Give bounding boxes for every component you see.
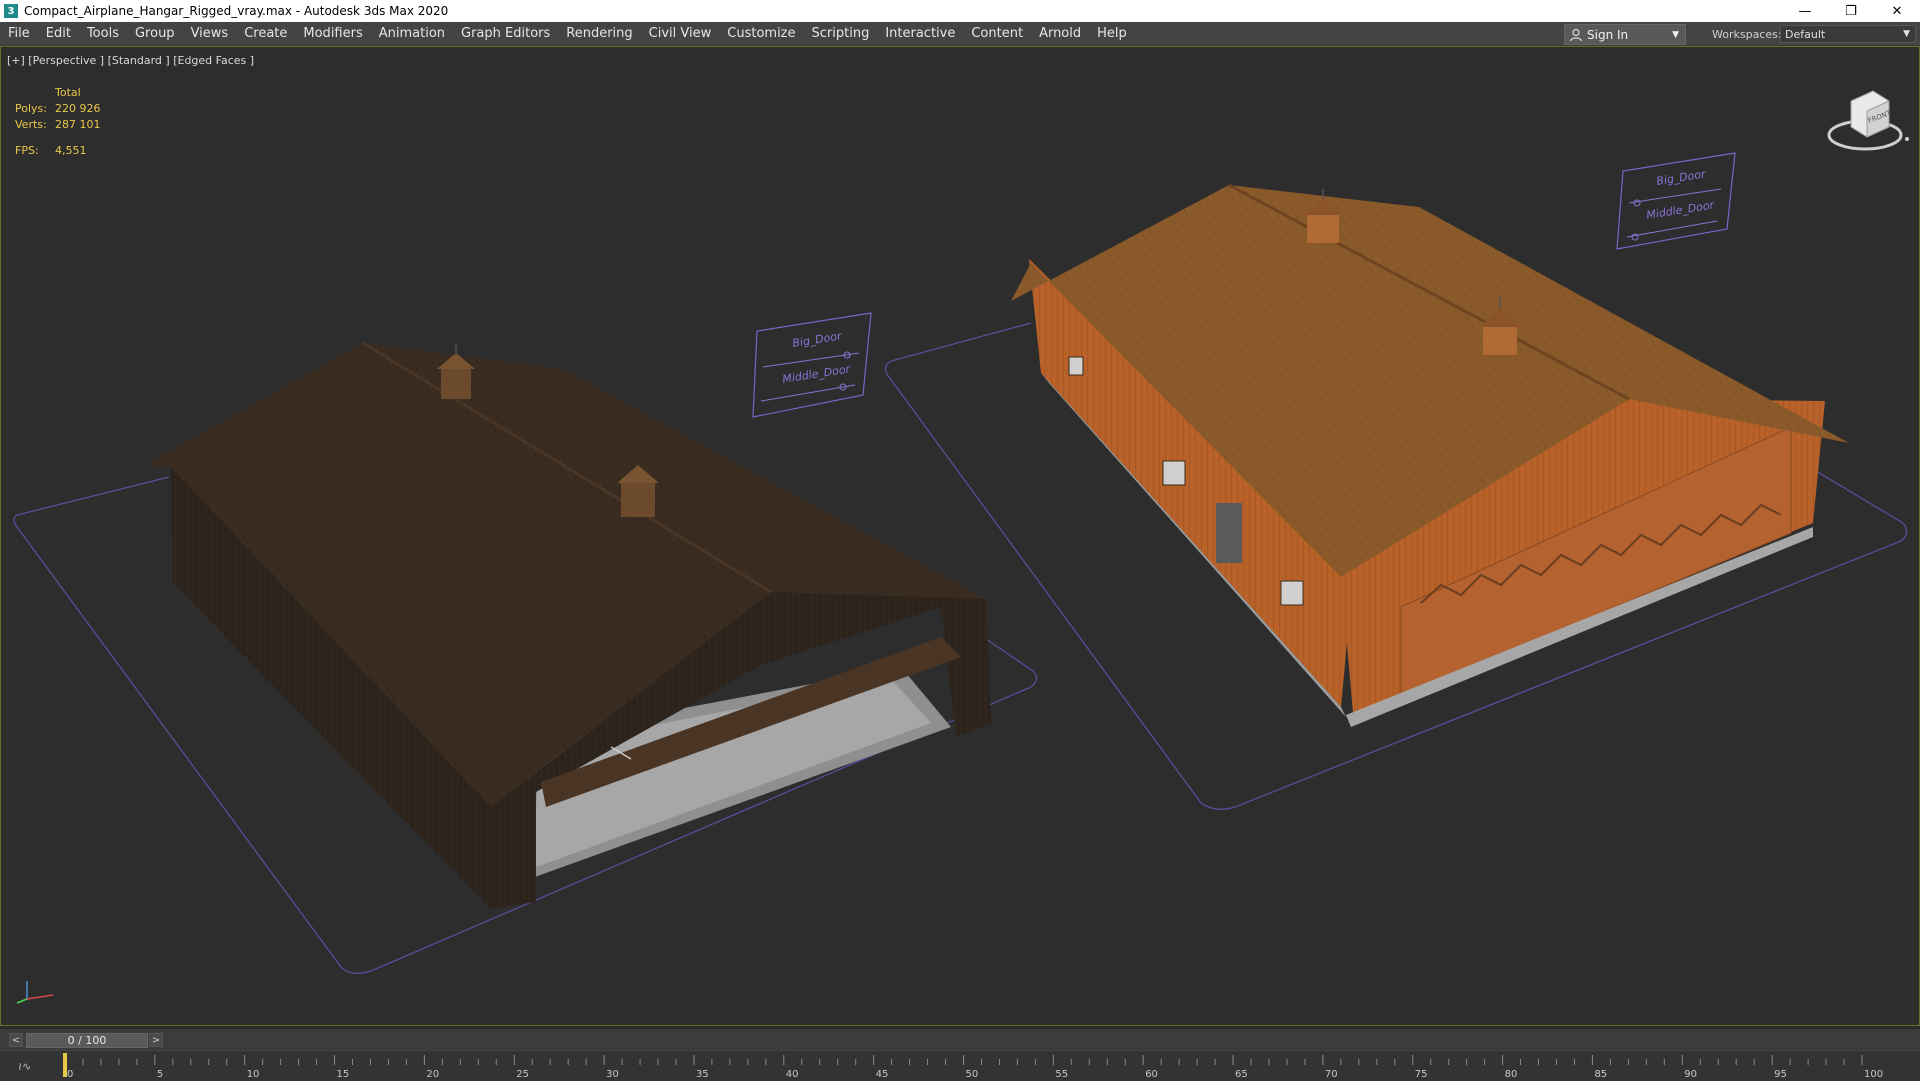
ruler-tick-label: 50: [966, 1069, 979, 1080]
chevron-down-icon: ▼: [1672, 29, 1679, 40]
app-icon: 3: [4, 4, 18, 18]
ruler-tick-label: 15: [337, 1069, 350, 1080]
ruler-tick-label: 55: [1055, 1069, 1068, 1080]
ruler-tick-label: 45: [876, 1069, 889, 1080]
window-title: Compact_Airplane_Hangar_Rigged_vray.max …: [24, 4, 449, 18]
menu-customize[interactable]: Customize: [719, 22, 803, 45]
window-controls: — ❐ ✕: [1782, 0, 1920, 22]
workspace-value: Default: [1785, 27, 1826, 41]
chevron-down-icon: ▼: [1903, 29, 1910, 39]
menu-group[interactable]: Group: [127, 22, 183, 45]
time-slider-bar: < 0 / 100 >: [0, 1028, 1920, 1051]
title-bar: 3 Compact_Airplane_Hangar_Rigged_vray.ma…: [0, 0, 1920, 22]
ruler-tick-label: 60: [1145, 1069, 1158, 1080]
control-panel-right: [1616, 152, 1736, 250]
ruler-tick-label: 40: [786, 1069, 799, 1080]
minimize-button[interactable]: —: [1782, 0, 1828, 22]
sign-in-dropdown[interactable]: Sign In ▼: [1564, 24, 1686, 45]
menu-file[interactable]: File: [0, 22, 38, 45]
track-bar[interactable]: ≀∿ 0 5 10 15 20 25 30 35 40 45 50 55 60 65 70 75 80 85 90 9…: [0, 1050, 1920, 1081]
ruler-tick-label: 85: [1594, 1069, 1607, 1080]
ruler-tick-label: 10: [247, 1069, 260, 1080]
workspace-select[interactable]: Default ▼: [1780, 25, 1916, 43]
previous-frame-button[interactable]: <: [9, 1033, 23, 1047]
ruler-tick-label: 65: [1235, 1069, 1248, 1080]
menu-content[interactable]: Content: [963, 22, 1031, 45]
ruler-tick-label: 75: [1415, 1069, 1428, 1080]
menu-animation[interactable]: Animation: [371, 22, 453, 45]
time-slider[interactable]: 0 / 100: [26, 1033, 148, 1048]
ruler-tick-label: 5: [157, 1069, 163, 1080]
ruler-tick-label: 100: [1864, 1069, 1883, 1080]
menu-edit[interactable]: Edit: [38, 22, 79, 45]
ruler-tick-label: 80: [1505, 1069, 1518, 1080]
sign-in-label: Sign In: [1587, 27, 1629, 42]
restore-button[interactable]: ❐: [1828, 0, 1874, 22]
ruler-tick-label: 95: [1774, 1069, 1787, 1080]
user-icon: [1569, 28, 1583, 41]
workspaces-label: Workspaces:: [1712, 28, 1782, 41]
close-button[interactable]: ✕: [1874, 0, 1920, 22]
ruler-tick-label: 0: [67, 1069, 73, 1080]
menu-graph-editors[interactable]: Graph Editors: [453, 22, 558, 45]
current-frame-marker[interactable]: [63, 1053, 67, 1077]
menu-help[interactable]: Help: [1089, 22, 1135, 45]
control-label-middle-door-right: Middle_Door: [1645, 198, 1716, 222]
ruler-tick-label: 30: [606, 1069, 619, 1080]
menu-rendering[interactable]: Rendering: [558, 22, 640, 45]
control-panel-left: [752, 312, 872, 418]
ruler-tick-label: 25: [516, 1069, 529, 1080]
menu-interactive[interactable]: Interactive: [877, 22, 963, 45]
menu-create[interactable]: Create: [236, 22, 295, 45]
control-label-big-door-right: Big_Door: [1655, 167, 1707, 188]
scene-render: Big_Door Middle_Door Big_Door Middle_Doo…: [13, 152, 1908, 974]
ruler-tick-label: 35: [696, 1069, 709, 1080]
menu-scripting[interactable]: Scripting: [804, 22, 878, 45]
cupola-left-1: [437, 345, 475, 399]
menu-modifiers[interactable]: Modifiers: [295, 22, 370, 45]
menu-views[interactable]: Views: [183, 22, 237, 45]
viewcube-icon[interactable]: FRONT: [1823, 77, 1909, 163]
control-label-middle-door-left: Middle_Door: [781, 362, 852, 386]
next-frame-button[interactable]: >: [149, 1033, 163, 1047]
menu-tools[interactable]: Tools: [79, 22, 127, 45]
ruler-tick-label: 20: [426, 1069, 439, 1080]
axis-tripod-icon: [16, 981, 54, 1004]
ruler-tick-label: 70: [1325, 1069, 1338, 1080]
menu-arnold[interactable]: Arnold: [1031, 22, 1089, 45]
ruler-tick-label: 90: [1684, 1069, 1697, 1080]
control-label-big-door-left: Big_Door: [791, 329, 843, 350]
menu-civil-view[interactable]: Civil View: [641, 22, 720, 45]
frame-ruler[interactable]: 0 5 10 15 20 25 30 35 40 45 50 55 60 65 70 75 80 85 90 95 10…: [0, 1051, 1920, 1081]
perspective-viewport[interactable]: [+] [Perspective ] [Standard ] [Edged Fa…: [0, 46, 1920, 1026]
